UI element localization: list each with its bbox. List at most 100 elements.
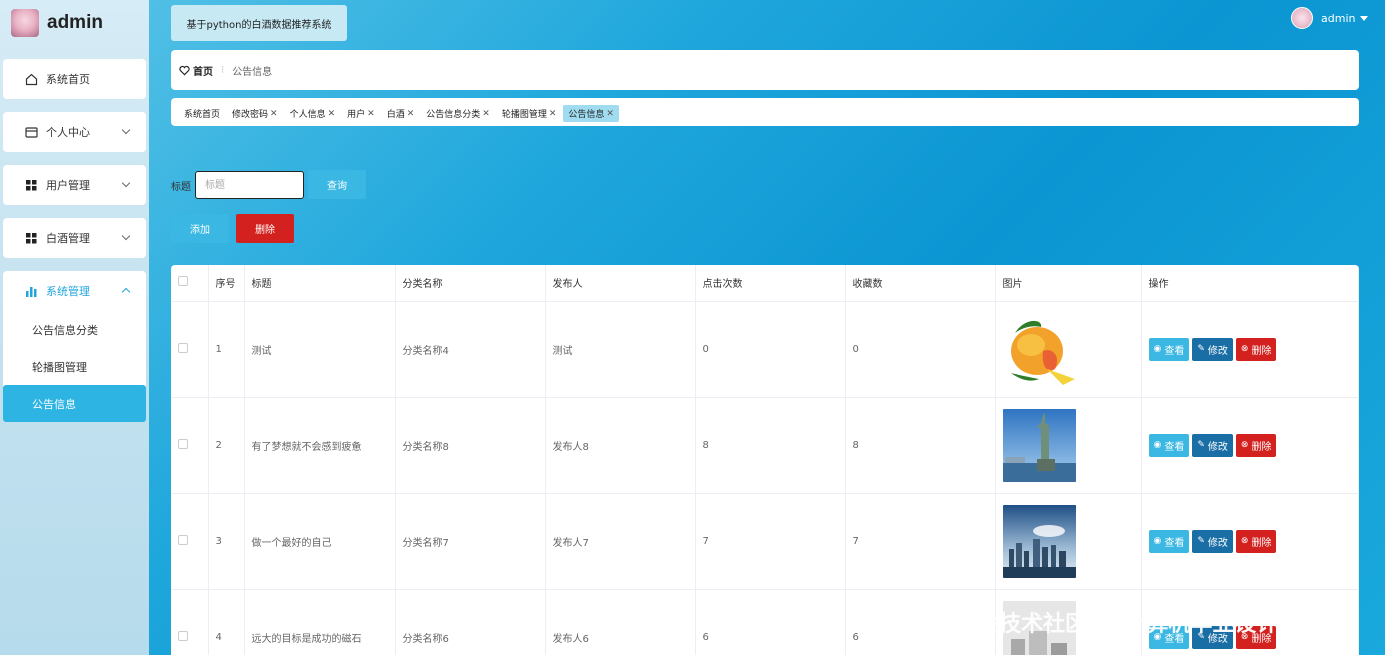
cell-clicks: 6 (695, 589, 846, 655)
sidebar-item-system[interactable]: 系统管理 (3, 271, 146, 311)
sidebar-item-label: 用户管理 (46, 179, 90, 192)
tab-label: 公告信息 (568, 110, 605, 120)
bar-chart-icon (25, 285, 38, 298)
edit-label: 修改 (1207, 345, 1228, 357)
title-search-input[interactable] (195, 171, 304, 199)
cell-title: 远大的目标是成功的磁石 (244, 589, 396, 655)
pencil-icon: ✎ (1197, 344, 1205, 354)
tab-change-password[interactable]: 修改密码 ✕ (227, 105, 283, 122)
close-icon[interactable]: ✕ (549, 109, 557, 119)
cell-category: 分类名称8 (395, 397, 546, 494)
cell-title: 有了梦想就不会感到疲惫 (244, 397, 396, 494)
column-header: 标题 (244, 265, 396, 302)
tab-label: 公告信息分类 (426, 110, 481, 120)
view-button[interactable]: ◉ 查看 (1148, 529, 1190, 553)
tab-bar: 系统首页 修改密码 ✕ 个人信息 ✕ 用户 ✕ 白酒 ✕ 公告信息分类 ✕ 轮播图管理 ✕ … (171, 98, 1359, 126)
tab-notice[interactable]: 公告信息 ✕ (563, 105, 619, 122)
sidebar-subitem-notice-category[interactable]: 公告信息分类 (3, 311, 146, 348)
row-checkbox[interactable] (178, 630, 188, 641)
table-row: 2 有了梦想就不会感到疲惫 分类名称8 发布人8 8 8 ◉ 查看 ✎ 修改 ⊗… (171, 397, 1359, 494)
cell-index: 4 (208, 589, 245, 655)
tab-label: 修改密码 (232, 110, 269, 120)
cell-image (995, 301, 1142, 398)
select-all-cell (171, 265, 209, 302)
row-delete-button[interactable]: ⊗ 删除 (1235, 529, 1277, 553)
close-icon[interactable]: ✕ (482, 109, 490, 119)
sidebar: admin 系统首页 个人中心 用户管理 白酒管理 系统管理 公告信息分类 轮播… (0, 0, 149, 655)
chevron-down-icon (121, 125, 131, 135)
close-icon[interactable]: ✕ (606, 109, 614, 119)
close-icon[interactable]: ✕ (328, 109, 336, 119)
cell-favorites: 0 (845, 301, 996, 398)
breadcrumb: 首页 ⁝ 公告信息 (171, 50, 1359, 90)
edit-label: 修改 (1207, 441, 1228, 453)
tab-label: 轮播图管理 (501, 110, 547, 120)
query-button[interactable]: 查询 (308, 170, 366, 199)
sidebar-subitem-notice[interactable]: 公告信息 (3, 385, 146, 422)
notice-table: 序号 标题 分类名称 发布人 点击次数 收藏数 图片 操作 1 测试 分类名称4… (171, 265, 1359, 655)
view-label: 查看 (1164, 441, 1185, 453)
sidebar-subitem-carousel[interactable]: 轮播图管理 (3, 348, 146, 385)
sidebar-item-profile[interactable]: 个人中心 (3, 112, 146, 152)
row-checkbox[interactable] (178, 534, 188, 545)
view-button[interactable]: ◉ 查看 (1148, 433, 1190, 457)
tab-personal-info[interactable]: 个人信息 ✕ (285, 105, 341, 122)
breadcrumb-home[interactable]: 首页 (193, 63, 213, 78)
row-delete-button[interactable]: ⊗ 删除 (1235, 433, 1277, 457)
delete-circle-icon: ⊗ (1240, 536, 1249, 546)
sidebar-item-liquor[interactable]: 白酒管理 (3, 218, 146, 258)
cell-favorites: 8 (845, 397, 996, 494)
sidebar-item-users[interactable]: 用户管理 (3, 165, 146, 205)
table-row: 1 测试 分类名称4 测试 0 0 ◉ 查看 ✎ 修改 ⊗ 删除 (171, 301, 1359, 398)
close-icon[interactable]: ✕ (367, 109, 375, 119)
cell-image (995, 397, 1142, 494)
column-header: 操作 (1141, 265, 1359, 302)
sidebar-item-home[interactable]: 系统首页 (3, 59, 146, 99)
cell-publisher: 发布人6 (545, 589, 696, 655)
eye-icon: ◉ (1153, 440, 1162, 450)
column-header: 收藏数 (845, 265, 996, 302)
breadcrumb-separator: ⁝ (221, 64, 225, 76)
row-checkbox[interactable] (178, 438, 188, 449)
cell-publisher: 发布人8 (545, 397, 696, 494)
sidebar-menu: 系统首页 个人中心 用户管理 白酒管理 系统管理 公告信息分类 轮播图管理 公告… (0, 59, 149, 422)
add-button[interactable]: 添加 (171, 214, 229, 243)
tab-carousel[interactable]: 轮播图管理 ✕ (497, 105, 562, 122)
close-icon[interactable]: ✕ (270, 109, 278, 119)
tab-users[interactable]: 用户 ✕ (342, 105, 380, 122)
user-menu[interactable]: admin (1291, 7, 1369, 29)
view-button[interactable]: ◉ 查看 (1148, 337, 1190, 361)
sidebar-item-label: 个人中心 (46, 126, 90, 139)
cell-clicks: 0 (695, 301, 846, 398)
edit-button[interactable]: ✎ 修改 (1192, 337, 1233, 361)
row-delete-button[interactable]: ⊗ 删除 (1235, 337, 1277, 361)
column-header: 图片 (995, 265, 1142, 302)
view-label: 查看 (1164, 345, 1185, 357)
delete-circle-icon: ⊗ (1240, 344, 1249, 354)
brand: admin (0, 0, 149, 46)
cell-publisher: 测试 (545, 301, 696, 398)
chevron-up-icon (121, 287, 131, 297)
view-label: 查看 (1164, 537, 1185, 549)
pencil-icon: ✎ (1197, 536, 1205, 546)
delete-label: 删除 (1251, 441, 1272, 453)
skyline-image (1002, 504, 1076, 578)
mango-image (1002, 312, 1076, 386)
pencil-icon: ✎ (1197, 440, 1205, 450)
tab-liquor[interactable]: 白酒 ✕ (382, 105, 420, 122)
delete-button[interactable]: 删除 (236, 214, 294, 243)
tab-notice-category[interactable]: 公告信息分类 ✕ (421, 105, 495, 122)
tab-label: 白酒 (386, 110, 405, 120)
sidebar-item-label: 系统首页 (46, 73, 90, 86)
tab-home[interactable]: 系统首页 (179, 105, 225, 122)
edit-button[interactable]: ✎ 修改 (1192, 529, 1233, 553)
cell-clicks: 8 (695, 397, 846, 494)
select-all-checkbox[interactable] (178, 276, 188, 287)
close-icon[interactable]: ✕ (407, 109, 415, 119)
row-checkbox[interactable] (178, 342, 188, 353)
chevron-down-icon (121, 178, 131, 188)
edit-button[interactable]: ✎ 修改 (1192, 433, 1233, 457)
delete-label: 删除 (1251, 345, 1272, 357)
cell-category: 分类名称6 (395, 589, 546, 655)
eye-icon: ◉ (1153, 536, 1162, 546)
